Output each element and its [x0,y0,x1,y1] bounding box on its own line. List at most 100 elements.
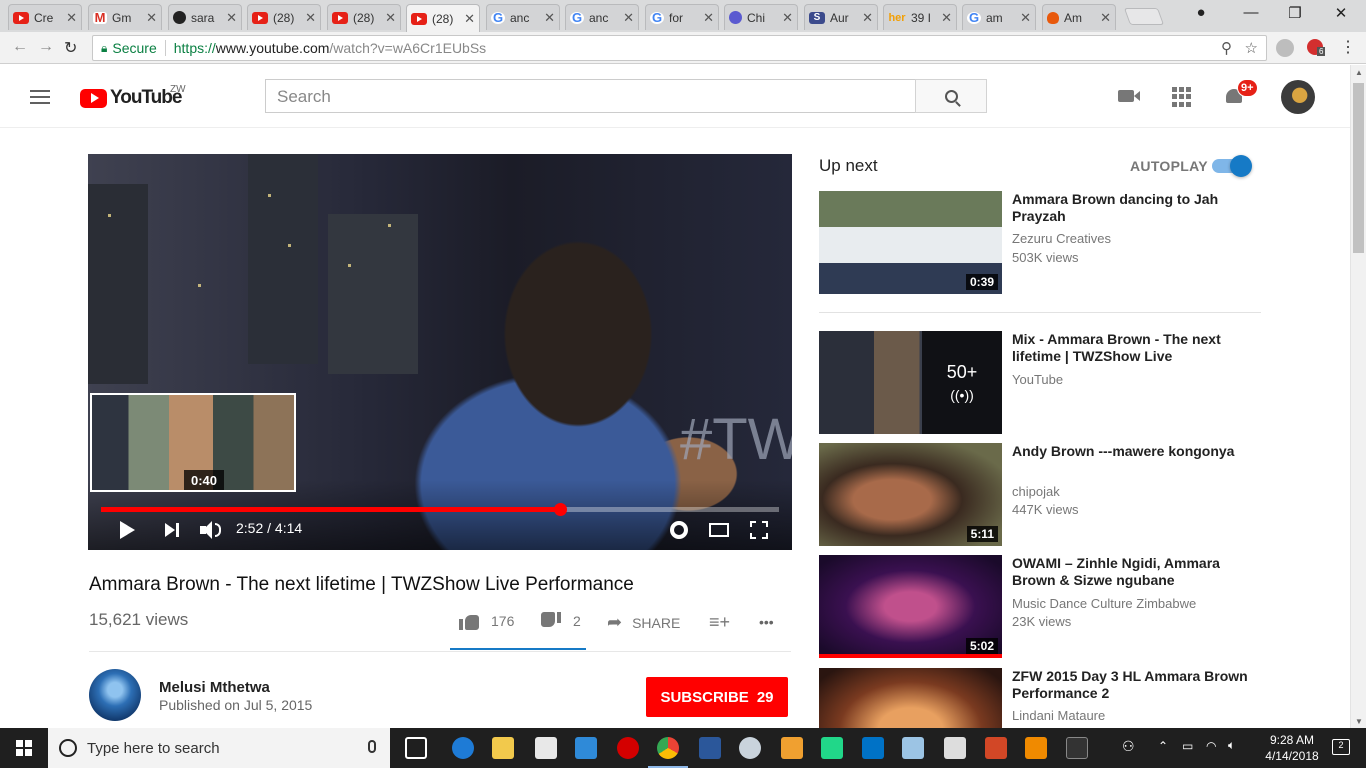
back-icon[interactable]: ← [12,38,28,56]
theater-mode-icon[interactable] [709,523,729,537]
minimize-button[interactable]: — [1236,4,1266,21]
action-center-icon[interactable]: 2 [1332,739,1350,755]
recommendation-title[interactable]: Andy Brown ---mawere kongonya [1012,443,1252,460]
show-hidden-icons-icon[interactable]: ⌃ [1158,739,1168,753]
recommendation-title[interactable]: Ammara Brown dancing to Jah Prayzah [1012,191,1252,225]
upload-video-icon[interactable] [1118,90,1140,102]
dislike-button[interactable]: 2 [541,612,581,630]
reload-icon[interactable]: ↻ [64,38,77,58]
extension-icon[interactable] [1276,39,1294,57]
address-bar[interactable]: 🔒︎ Secure https:// www.youtube.com /watc… [92,35,1267,61]
tab-close-icon[interactable]: ✕ [146,10,157,26]
zoom-icon[interactable]: ⚲ [1221,40,1232,57]
maximize-button[interactable]: ❐ [1280,4,1310,22]
channel-name[interactable]: Melusi Mthetwa [159,679,270,696]
recommendation-title[interactable]: OWAMI – Zinhle Ngidi, Ammara Brown & Siz… [1012,555,1252,589]
tab-close-icon[interactable]: ✕ [385,10,396,26]
hamburger-menu-icon[interactable] [30,90,50,104]
browser-tab[interactable]: her 39 I ✕ [883,4,957,30]
tab-close-icon[interactable]: ✕ [305,10,316,26]
video-thumbnail[interactable] [819,668,1002,728]
volume-tray-icon[interactable]: 🔈︎ [1228,738,1235,753]
app-icon[interactable] [902,737,924,759]
browser-tab[interactable]: Ganc ✕ [565,4,639,30]
video-player[interactable]: #TW 0:40 2:52 / 4:14 [88,154,792,550]
browser-tab[interactable]: sara ✕ [168,4,242,30]
apps-grid-icon[interactable] [1172,87,1192,107]
scrollbar-thumb[interactable] [1353,83,1364,253]
browser-tab[interactable]: Gfor ✕ [645,4,719,30]
browser-tab[interactable]: (28) ✕ [406,4,480,32]
chrome-icon[interactable] [657,737,679,759]
wifi-icon[interactable]: ◠ [1206,739,1216,753]
mail-icon[interactable] [535,737,557,759]
video-thumbnail[interactable]: 0:39 [819,191,1002,294]
search-button[interactable] [915,79,987,113]
word-icon[interactable] [699,737,721,759]
browser-tab[interactable]: Cre ✕ [8,4,82,30]
edge-browser-icon[interactable] [452,737,474,759]
browser-tab[interactable]: (28) ✕ [327,4,401,30]
tab-close-icon[interactable]: ✕ [464,11,475,27]
taskbar-search-box[interactable]: Type here to search [48,728,390,768]
recommendation-title[interactable]: ZFW 2015 Day 3 HL Ammara Brown Performan… [1012,668,1252,702]
browser-tab[interactable]: Gam ✕ [962,4,1036,30]
scroll-down-arrow-icon[interactable]: ▼ [1355,717,1363,726]
tab-close-icon[interactable]: ✕ [782,10,793,26]
bookmark-star-icon[interactable]: ☆ [1245,40,1258,57]
task-view-icon[interactable] [405,737,427,759]
play-icon[interactable] [120,521,135,539]
people-icon[interactable]: ⚇ [1122,738,1135,755]
recommendation-title[interactable]: Mix - Ammara Brown - The next lifetime |… [1012,331,1252,365]
browser-menu-icon[interactable]: ⋮ [1340,37,1356,57]
vlc-icon[interactable] [1025,737,1047,759]
forward-icon[interactable]: → [38,38,54,56]
search-input[interactable]: Search [265,79,916,113]
file-explorer-icon[interactable] [492,737,514,759]
tab-close-icon[interactable]: ✕ [66,10,77,26]
app-icon[interactable] [575,737,597,759]
channel-avatar[interactable] [89,669,141,721]
pycharm-icon[interactable] [821,737,843,759]
next-video-icon[interactable] [165,523,180,537]
opera-extension-icon[interactable]: 6 [1307,39,1326,56]
more-actions-icon[interactable]: ••• [759,614,774,630]
recommendation-item[interactable]: 0:39 Ammara Brown dancing to Jah Prayzah… [819,191,1261,295]
browser-tab[interactable]: Am ✕ [1042,4,1116,30]
video-thumbnail[interactable]: 5:02 [819,555,1002,658]
sublime-text-icon[interactable] [781,737,803,759]
add-to-playlist-icon[interactable]: ≡+ [709,612,730,633]
browser-tab[interactable]: Chi ✕ [724,4,798,30]
progress-scrubber-knob[interactable] [554,503,567,516]
close-window-button[interactable]: ✕ [1326,4,1356,22]
tab-close-icon[interactable]: ✕ [862,10,873,26]
browser-tab[interactable]: Ganc ✕ [486,4,560,30]
scroll-up-arrow-icon[interactable]: ▲ [1355,68,1363,77]
windows-start-icon[interactable] [16,740,32,756]
recommendation-item[interactable]: 5:02 OWAMI – Zinhle Ngidi, Ammara Brown … [819,555,1261,659]
fullscreen-icon[interactable] [750,521,768,539]
browser-tab[interactable]: (28) ✕ [247,4,321,30]
settings-gear-icon[interactable] [670,521,688,539]
video-thumbnail[interactable]: 5:11 [819,443,1002,546]
outlook-icon[interactable] [862,737,884,759]
subscribe-button[interactable]: SUBSCRIBE 29 [646,677,788,717]
new-tab-button[interactable] [1123,8,1165,25]
tab-close-icon[interactable]: ✕ [703,10,714,26]
autoplay-toggle[interactable] [1212,155,1252,177]
tab-close-icon[interactable]: ✕ [544,10,555,26]
opera-icon[interactable] [617,737,639,759]
battery-icon[interactable]: ▭ [1182,739,1193,753]
tab-close-icon[interactable]: ✕ [941,10,952,26]
browser-tab[interactable]: M Gm ✕ [88,4,162,30]
tab-close-icon[interactable]: ✕ [1020,10,1031,26]
browser-tab[interactable]: S Aur ✕ [804,4,878,30]
like-button[interactable]: 176 [459,612,514,630]
tab-close-icon[interactable]: ✕ [226,10,237,26]
photos-icon[interactable] [944,737,966,759]
progress-bar[interactable] [101,503,779,516]
tab-close-icon[interactable]: ✕ [1100,10,1111,26]
account-avatar[interactable] [1281,80,1315,114]
recommendation-item[interactable]: ZFW 2015 Day 3 HL Ammara Brown Performan… [819,668,1261,728]
page-scrollbar[interactable]: ▲ ▼ [1350,65,1366,728]
